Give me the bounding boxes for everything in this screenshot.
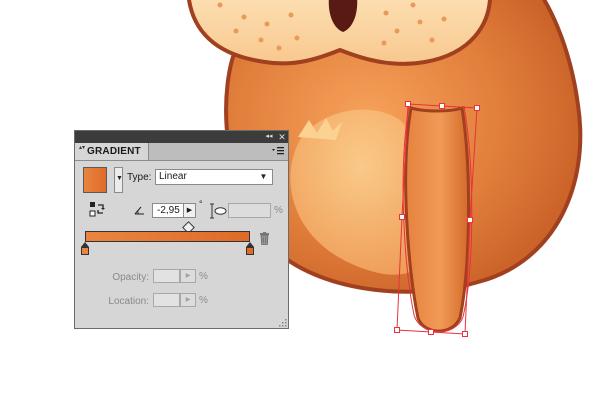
gradient-stop-start[interactable] — [81, 242, 90, 256]
trash-icon[interactable] — [259, 232, 270, 245]
degree-symbol: ° — [199, 199, 203, 209]
panel-tab-row: ▴▾ GRADIENT — [75, 143, 288, 161]
gradient-stop-end[interactable] — [246, 242, 255, 256]
reverse-gradient-icon[interactable] — [89, 201, 105, 217]
stop-end-color — [246, 247, 254, 255]
tab-gradient-label: GRADIENT — [87, 146, 141, 157]
panel-menu-icon[interactable] — [271, 146, 285, 156]
location-label: Location: — [108, 296, 149, 307]
gradient-slider[interactable] — [85, 231, 250, 242]
angle-stepper-button[interactable]: ▶ — [183, 203, 196, 218]
collapse-panel-button[interactable]: ◂◂ — [263, 131, 275, 143]
close-panel-button[interactable]: ✕ — [276, 131, 288, 143]
chevron-down-icon: ▼ — [116, 175, 123, 182]
location-unit: % — [199, 295, 208, 306]
angle-icon — [134, 206, 144, 215]
opacity-input — [153, 269, 180, 283]
opacity-label: Opacity: — [112, 272, 149, 283]
gradient-fill-swatch[interactable] — [83, 167, 107, 193]
artboard: ◂◂ ✕ ▴▾ GRADIENT ▼ Type: Linear ▼ -2,95 … — [0, 0, 600, 400]
walrus-tusk — [404, 106, 471, 333]
aspect-ratio-input — [228, 203, 271, 218]
panel-titlebar[interactable]: ◂◂ ✕ — [75, 131, 288, 143]
resize-grip-icon[interactable] — [277, 317, 287, 327]
type-label: Type: — [127, 172, 152, 183]
swatch-dropdown-button[interactable]: ▼ — [114, 167, 123, 193]
tab-expand-arrows-icon[interactable]: ▴▾ — [79, 145, 85, 157]
tab-gradient[interactable]: ▴▾ GRADIENT — [75, 143, 149, 160]
location-dropdown-icon: ▶ — [180, 293, 196, 307]
aspect-ratio-icon — [210, 203, 227, 219]
location-input — [153, 293, 180, 307]
gradient-panel: ◂◂ ✕ ▴▾ GRADIENT ▼ Type: Linear ▼ -2,95 … — [74, 130, 289, 329]
type-dropdown-icon[interactable]: ▼ — [254, 169, 273, 185]
opacity-dropdown-icon: ▶ — [180, 269, 196, 283]
stop-start-color — [81, 247, 89, 255]
opacity-unit: % — [199, 271, 208, 282]
aspect-ratio-unit: % — [274, 205, 283, 216]
